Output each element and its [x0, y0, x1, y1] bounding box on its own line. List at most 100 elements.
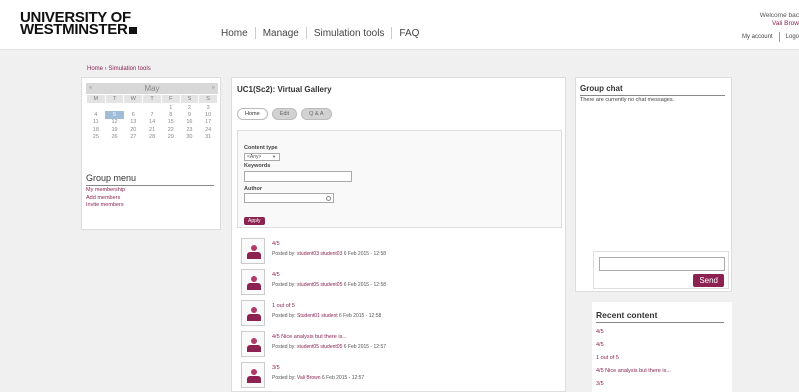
calendar-day[interactable]: 25	[87, 134, 106, 142]
calendar-day[interactable]: 13	[124, 119, 143, 127]
calendar-day[interactable]: 10	[199, 111, 218, 119]
calendar-day[interactable]: 5	[105, 111, 124, 119]
recent-content-item[interactable]: 3/5	[596, 378, 671, 391]
weekday-label: M	[86, 94, 106, 104]
group-menu-invite-members[interactable]: Invite members	[86, 202, 125, 210]
post-title[interactable]: 4/5	[272, 241, 280, 247]
nav-home[interactable]: Home	[214, 28, 255, 39]
chat-input[interactable]	[599, 257, 725, 271]
user-avatar-icon[interactable]	[241, 362, 265, 388]
calendar-day[interactable]: 22	[161, 126, 180, 134]
recent-content-item[interactable]: 1 out of 5	[596, 352, 671, 365]
tab-home[interactable]: Home	[237, 108, 268, 120]
avatar-body	[247, 314, 261, 321]
calendar-day[interactable]: 16	[180, 119, 199, 127]
user-avatar-icon[interactable]	[241, 238, 265, 264]
calendar-day[interactable]: 4	[87, 111, 106, 119]
calendar-day[interactable]: 7	[143, 111, 162, 119]
breadcrumb[interactable]: Home › Simulation tools	[87, 66, 151, 72]
group-menu-add-members[interactable]: Add members	[86, 195, 125, 203]
keywords-input[interactable]	[244, 171, 352, 182]
calendar-day[interactable]: 23	[180, 126, 199, 134]
calendar-day[interactable]: 11	[87, 119, 106, 127]
calendar-day[interactable]: 8	[161, 111, 180, 119]
recent-content-item[interactable]: 4/5 Nice analysis but there is...	[596, 365, 671, 378]
user-name[interactable]: Vali Brow	[760, 20, 799, 28]
content-type-label: Content type	[244, 145, 278, 151]
calendar-day[interactable]: 14	[143, 119, 162, 127]
post-item: 4/5 Nice analysis but there is... Posted …	[237, 331, 562, 362]
tab-qa[interactable]: Q & A	[301, 108, 332, 120]
post-title[interactable]: 3/5	[272, 365, 280, 371]
weekday-label: T	[142, 94, 162, 104]
calendar-prev-icon[interactable]: «	[89, 83, 92, 94]
apply-button[interactable]: Apply	[244, 217, 265, 225]
calendar-day[interactable]: 17	[199, 119, 218, 127]
calendar-day[interactable]: 6	[124, 111, 143, 119]
account-links: My account Logo	[742, 32, 799, 42]
weekday-label: T	[104, 94, 125, 104]
calendar-day[interactable]: 21	[143, 126, 162, 134]
post-author-link[interactable]: Vali Brown	[297, 375, 321, 381]
user-avatar-icon[interactable]	[241, 300, 265, 326]
calendar-day[interactable]: 30	[180, 134, 199, 142]
calendar-grid: M T W T F S S 1 2 3 4 5 6 7 8 9 10 11 12 13 14 15 16 17 1…	[86, 94, 218, 141]
calendar-day[interactable]: 20	[124, 126, 143, 134]
post-title[interactable]: 1 out of 5	[272, 303, 295, 309]
calendar-day[interactable]: 31	[199, 134, 218, 142]
nav-manage[interactable]: Manage	[256, 28, 306, 39]
welcome-block: Welcome bac Vali Brow	[760, 12, 799, 28]
content-type-select[interactable]: <Any> ▼	[244, 153, 280, 161]
recent-content-list: 4/5 4/5 1 out of 5 4/5 Nice analysis but th…	[596, 326, 671, 391]
post-author-link[interactable]: student05 student05	[297, 282, 342, 288]
calendar-day[interactable]: 29	[161, 134, 180, 142]
post-item: 1 out of 5 Posted by: Student01 student 6…	[237, 300, 562, 331]
logout-link[interactable]: Logo	[786, 34, 799, 40]
post-date: 6 Feb 2015 - 12:57	[321, 375, 365, 381]
calendar-day[interactable]: 12	[105, 119, 124, 127]
recent-content-panel: Recent content 4/5 4/5 1 out of 5 4/5 Nice …	[592, 302, 732, 392]
user-avatar-icon[interactable]	[241, 331, 265, 357]
nav-faq[interactable]: FAQ	[392, 28, 426, 39]
post-date: 6 Feb 2015 - 12:57	[343, 344, 387, 350]
post-author-link[interactable]: student05 student05	[297, 344, 342, 350]
calendar-day[interactable]: 24	[199, 126, 218, 134]
page-title: UC1(Sc2): Virtual Gallery	[237, 85, 332, 94]
chevron-down-icon: ▼	[272, 154, 276, 159]
recent-content-item[interactable]: 4/5	[596, 339, 671, 352]
post-title[interactable]: 4/5	[272, 272, 280, 278]
weekday-label: S	[198, 94, 218, 104]
nav-simulation-tools[interactable]: Simulation tools	[307, 28, 392, 39]
group-menu-my-membership[interactable]: My membership	[86, 187, 125, 195]
tab-edit[interactable]: Edit	[271, 108, 298, 120]
calendar-day	[105, 104, 124, 112]
calendar-day[interactable]: 9	[180, 111, 199, 119]
recent-content-item[interactable]: 4/5	[596, 326, 671, 339]
calendar-day[interactable]: 19	[105, 126, 124, 134]
calendar-header: « May »	[86, 83, 218, 94]
calendar-day[interactable]: 2	[180, 104, 199, 112]
calendar-day[interactable]: 1	[161, 104, 180, 112]
filter-form: Content type <Any> ▼ Keywords Author App…	[237, 130, 562, 228]
calendar-day[interactable]: 15	[161, 119, 180, 127]
calendar-day[interactable]: 28	[143, 134, 162, 142]
user-avatar-icon[interactable]	[241, 269, 265, 295]
recent-content-title: Recent content	[596, 310, 724, 323]
post-meta: Posted by: Vali Brown 6 Feb 2015 - 12:57	[272, 375, 364, 381]
calendar-day[interactable]: 26	[105, 134, 124, 142]
author-input[interactable]	[244, 193, 334, 203]
post-author-link[interactable]: Student01 student	[297, 313, 338, 319]
calendar-day[interactable]: 18	[87, 126, 106, 134]
my-account-link[interactable]: My account	[742, 34, 773, 40]
post-title[interactable]: 4/5 Nice analysis but there is...	[272, 334, 347, 340]
send-button[interactable]: Send	[693, 274, 724, 287]
calendar-day[interactable]: 3	[199, 104, 218, 112]
post-meta: Posted by: student05 student05 6 Feb 201…	[272, 282, 386, 288]
post-author-link[interactable]: student03 student03	[297, 251, 342, 257]
group-menu-title: Group menu	[86, 173, 214, 186]
university-logo[interactable]: UNIVERSITY OF WESTMINSTER	[20, 10, 137, 37]
logo-square-icon	[128, 27, 137, 34]
calendar-day[interactable]: 27	[124, 134, 143, 142]
weekday-label: W	[123, 94, 144, 104]
calendar-next-icon[interactable]: »	[212, 83, 215, 94]
